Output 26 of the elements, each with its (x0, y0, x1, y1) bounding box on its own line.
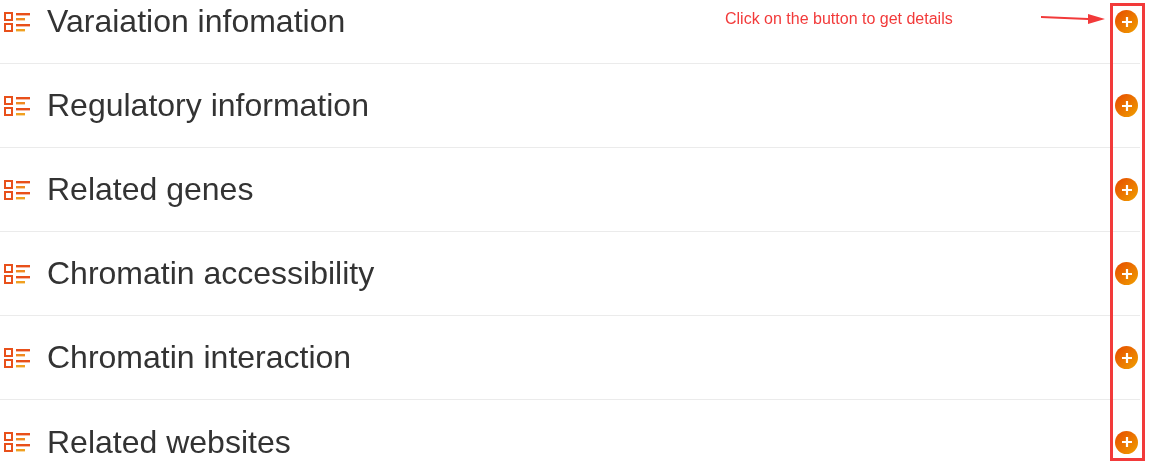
list-icon (4, 94, 32, 117)
plus-icon (1120, 436, 1133, 448)
section-title: Varaiation infomation (47, 3, 346, 40)
section-title: Chromatin interaction (47, 339, 352, 376)
section-title: Regulatory information (47, 87, 369, 124)
section-title: Related websites (47, 423, 291, 461)
expand-button[interactable] (1115, 346, 1138, 369)
list-icon (4, 10, 32, 33)
list-icon (4, 346, 32, 369)
expand-button[interactable] (1115, 178, 1138, 201)
plus-icon (1120, 15, 1133, 28)
annotation-arrow (1040, 11, 1106, 25)
expand-button[interactable] (1115, 94, 1138, 117)
expand-button[interactable] (1115, 430, 1138, 454)
plus-icon (1120, 267, 1133, 280)
expand-button[interactable] (1115, 262, 1138, 285)
plus-icon (1120, 351, 1133, 364)
section-title: Related genes (47, 171, 254, 208)
annotation-text: Click on the button to get details (725, 10, 953, 28)
expand-button[interactable] (1115, 10, 1138, 33)
list-icon (4, 262, 32, 285)
plus-icon (1120, 183, 1133, 196)
plus-icon (1120, 99, 1133, 112)
section-title: Chromatin accessibility (47, 255, 375, 292)
list-icon (4, 178, 32, 201)
list-icon (4, 431, 32, 453)
